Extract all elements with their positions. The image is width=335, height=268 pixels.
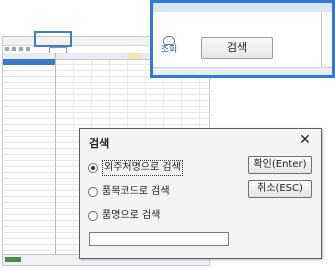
option-item-name[interactable]: 품명으로 검색 bbox=[88, 208, 160, 224]
toolbar-icon bbox=[26, 47, 30, 51]
option-vendor-name[interactable]: 외주처명으로 검색 bbox=[88, 160, 183, 176]
inquiry-icon bbox=[163, 36, 175, 45]
confirm-button[interactable]: 확인(Enter) bbox=[248, 156, 312, 174]
zoom-callout: 조회 검색 bbox=[150, 0, 335, 78]
dialog-title: 검색 bbox=[89, 137, 110, 150]
option-label: 품목코드로 검색 bbox=[102, 186, 170, 197]
inquiry-button[interactable]: 조회 bbox=[159, 36, 179, 60]
search-button[interactable]: 검색 bbox=[201, 37, 273, 59]
zoom-footer-strip bbox=[153, 67, 332, 75]
thumbnail-selected-row bbox=[3, 59, 55, 65]
search-control-highlight bbox=[34, 31, 72, 47]
close-icon[interactable]: ✕ bbox=[298, 132, 312, 148]
radio-button[interactable] bbox=[88, 187, 98, 197]
radio-button[interactable] bbox=[88, 211, 98, 221]
search-dialog: 검색 ✕ 외주처명으로 검색 품목코드로 검색 품명으로 검색 확인(Enter… bbox=[79, 128, 322, 259]
option-label: 외주처명으로 검색 bbox=[102, 160, 183, 176]
zoom-toolbar-strip bbox=[153, 3, 332, 12]
option-label: 품명으로 검색 bbox=[102, 210, 161, 221]
zoom-divider bbox=[321, 12, 322, 67]
toolbar-icon bbox=[19, 47, 23, 51]
thumbnail-sheet-tab bbox=[5, 257, 21, 262]
cancel-button[interactable]: 취소(ESC) bbox=[248, 180, 312, 198]
thumbnail-header-accent bbox=[128, 53, 142, 59]
option-item-code[interactable]: 품목코드로 검색 bbox=[88, 184, 170, 200]
toolbar-icon bbox=[12, 47, 16, 51]
radio-button[interactable] bbox=[88, 163, 98, 173]
toolbar-icon bbox=[5, 47, 9, 51]
inquiry-label: 조회 bbox=[160, 45, 178, 55]
search-input[interactable] bbox=[89, 232, 229, 246]
thumbnail-left-grid bbox=[3, 53, 56, 255]
